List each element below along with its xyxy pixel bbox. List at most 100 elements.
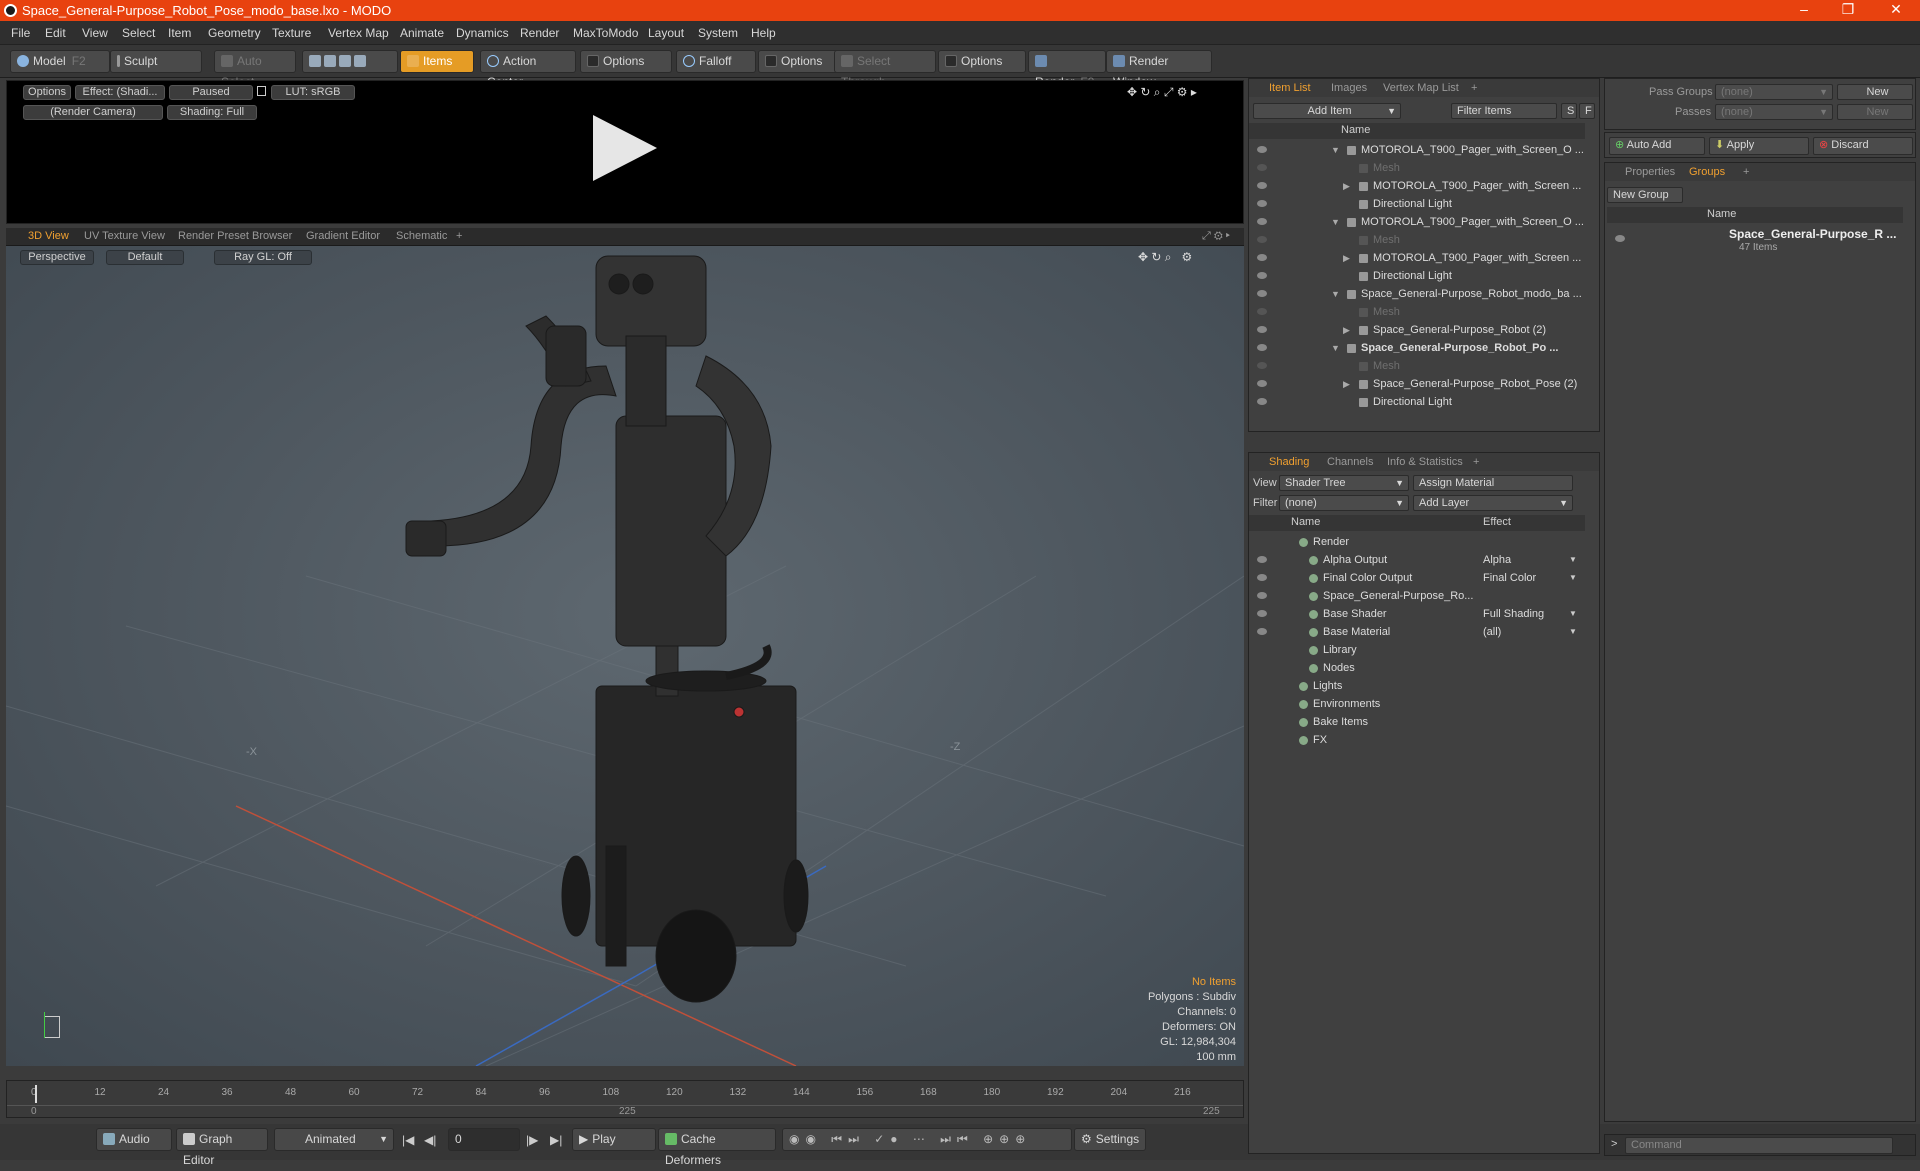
edges-mode-icon[interactable] bbox=[324, 55, 336, 67]
expand-arrow-icon[interactable]: ▼ bbox=[1331, 339, 1343, 357]
item-list-row[interactable]: Directional Light bbox=[1249, 393, 1583, 411]
eye-icon[interactable] bbox=[1257, 344, 1267, 351]
discard-button[interactable]: ⊗ Discard bbox=[1813, 137, 1913, 155]
eye-icon[interactable] bbox=[1257, 290, 1267, 297]
render-window-button[interactable]: Render Window bbox=[1106, 50, 1212, 89]
lock-icon[interactable] bbox=[257, 86, 266, 96]
maximize-button[interactable]: ❐ bbox=[1828, 1, 1868, 18]
eye-icon[interactable] bbox=[1257, 164, 1267, 171]
settings-button[interactable]: ⚙ Settings bbox=[1074, 1128, 1146, 1151]
animated-dropdown[interactable]: Animated ▼ bbox=[274, 1128, 394, 1151]
eye-icon[interactable] bbox=[1257, 308, 1267, 315]
action-center-button[interactable]: Action Center bbox=[480, 50, 576, 89]
layer-effect[interactable]: Final Color bbox=[1483, 569, 1536, 587]
viewport-nav-icons[interactable]: ✥ ↻ ⌕ ⚙ bbox=[1138, 250, 1192, 265]
materials-mode-icon[interactable] bbox=[354, 55, 366, 67]
vertices-mode-icon[interactable] bbox=[309, 55, 321, 67]
menu-file[interactable]: File bbox=[11, 26, 30, 40]
layer-effect[interactable]: Full Shading bbox=[1483, 605, 1544, 623]
first-key-icon[interactable]: |◀ bbox=[402, 1133, 414, 1147]
shader-tree-row[interactable]: Library bbox=[1249, 641, 1583, 659]
last-key-icon[interactable]: ▶| bbox=[550, 1133, 562, 1147]
f-button[interactable]: F bbox=[1579, 103, 1595, 119]
effect-dropdown-arrow-icon[interactable]: ▼ bbox=[1569, 605, 1577, 623]
item-list-row[interactable]: ▶ Space_General-Purpose_Robot_Pose (2) bbox=[1249, 375, 1583, 393]
cache-deformers-button[interactable]: Cache Deformers bbox=[658, 1128, 776, 1167]
shading-dropdown[interactable]: Shading: Full bbox=[167, 105, 257, 120]
lut-dropdown[interactable]: LUT: sRGB bbox=[271, 85, 355, 100]
menu-view[interactable]: View bbox=[82, 26, 108, 40]
tab-schematic[interactable]: Schematic bbox=[396, 230, 447, 242]
close-button[interactable]: ✕ bbox=[1876, 1, 1916, 18]
effect-dropdown-arrow-icon[interactable]: ▼ bbox=[1569, 551, 1577, 569]
item-list-row[interactable]: ▶ MOTOROLA_T900_Pager_with_Screen ... bbox=[1249, 177, 1583, 195]
view-dropdown[interactable]: Shader Tree ▼ bbox=[1279, 475, 1409, 491]
action-center-options-button[interactable]: Options bbox=[580, 50, 672, 73]
expand-arrow-icon[interactable]: ▶ bbox=[1343, 375, 1355, 393]
auto-add-button[interactable]: ⊕ Auto Add bbox=[1609, 137, 1705, 155]
menu-animate[interactable]: Animate bbox=[400, 26, 444, 40]
layer-effect[interactable]: (all) bbox=[1483, 623, 1501, 641]
preview-options-button[interactable]: Options bbox=[23, 85, 71, 100]
shader-tree-row[interactable]: Final Color Output Final Color ▼ bbox=[1249, 569, 1583, 587]
items-mode-button[interactable]: Items bbox=[400, 50, 474, 73]
eye-icon[interactable] bbox=[1257, 182, 1267, 189]
eye-icon[interactable] bbox=[1257, 200, 1267, 207]
item-list-row[interactable]: Mesh bbox=[1249, 357, 1583, 375]
tab-vertex-map-list[interactable]: Vertex Map List bbox=[1383, 82, 1459, 94]
falloff-button[interactable]: Falloff bbox=[676, 50, 756, 73]
item-list-row[interactable]: Mesh bbox=[1249, 159, 1583, 177]
render-button[interactable]: RenderF9 bbox=[1028, 50, 1106, 89]
new-pass-button[interactable]: New bbox=[1837, 104, 1913, 120]
expand-arrow-icon[interactable]: ▶ bbox=[1343, 249, 1355, 267]
tab-info-statistics[interactable]: Info & Statistics bbox=[1387, 456, 1463, 468]
shader-tree-row[interactable]: Base Material (all) ▼ bbox=[1249, 623, 1583, 641]
polygons-mode-icon[interactable] bbox=[339, 55, 351, 67]
item-list-row[interactable]: ▼ MOTOROLA_T900_Pager_with_Screen_O ... bbox=[1249, 213, 1584, 231]
model-button[interactable]: Model F2 bbox=[10, 50, 110, 73]
expand-arrow-icon[interactable]: ▼ bbox=[1331, 285, 1343, 303]
effect-dropdown-arrow-icon[interactable]: ▼ bbox=[1569, 569, 1577, 587]
key-tools-group[interactable]: ◉◉ ⏮⏭ ✓● ⋯ ⏭⏮ ⊕⊕⊕ bbox=[782, 1128, 1072, 1151]
select-through-options-button[interactable]: Options bbox=[938, 50, 1026, 73]
item-list-row[interactable]: Mesh bbox=[1249, 303, 1583, 321]
select-through-button[interactable]: Select Through bbox=[834, 50, 936, 89]
3d-viewport[interactable]: Perspective Default Ray GL: Off ✥ ↻ ⌕ ⚙ … bbox=[6, 246, 1244, 1066]
add-item-dropdown[interactable]: Add Item ▼ bbox=[1253, 103, 1401, 119]
menu-layout[interactable]: Layout bbox=[648, 26, 684, 40]
eye-icon[interactable] bbox=[1257, 254, 1267, 261]
eye-icon[interactable] bbox=[1257, 236, 1267, 243]
tab-channels[interactable]: Channels bbox=[1327, 456, 1373, 468]
menu-vertex-map[interactable]: Vertex Map bbox=[328, 26, 389, 40]
add-tab-button[interactable]: + bbox=[1471, 82, 1477, 94]
menu-edit[interactable]: Edit bbox=[45, 26, 66, 40]
item-list-row[interactable]: ▶ Space_General-Purpose_Robot (2) bbox=[1249, 321, 1583, 339]
eye-icon[interactable] bbox=[1257, 272, 1267, 279]
assign-material-input[interactable]: Assign Material bbox=[1413, 475, 1573, 491]
eye-icon[interactable] bbox=[1257, 380, 1267, 387]
play-icon[interactable] bbox=[593, 115, 657, 181]
menu-texture[interactable]: Texture bbox=[272, 26, 311, 40]
expand-arrow-icon[interactable]: ▶ bbox=[1343, 321, 1355, 339]
shader-tree-row[interactable]: Bake Items bbox=[1249, 713, 1583, 731]
add-tab-button[interactable]: + bbox=[1743, 166, 1749, 178]
shader-tree-row[interactable]: Space_General-Purpose_Ro... bbox=[1249, 587, 1583, 605]
render-camera-dropdown[interactable]: (Render Camera) bbox=[23, 105, 163, 120]
group-name[interactable]: Space_General-Purpose_R ... bbox=[1729, 227, 1896, 241]
eye-icon[interactable] bbox=[1257, 556, 1267, 563]
new-group-button[interactable]: New Group bbox=[1607, 187, 1683, 203]
item-list-row[interactable]: ▼ Space_General-Purpose_Robot_modo_ba ... bbox=[1249, 285, 1583, 303]
eye-icon[interactable] bbox=[1257, 326, 1267, 333]
layer-effect[interactable]: Alpha bbox=[1483, 551, 1511, 569]
item-list-row[interactable]: Directional Light bbox=[1249, 195, 1583, 213]
paused-button[interactable]: Paused bbox=[169, 85, 253, 100]
eye-icon[interactable] bbox=[1257, 610, 1267, 617]
filter-dropdown[interactable]: (none) ▼ bbox=[1279, 495, 1409, 511]
menu-help[interactable]: Help bbox=[751, 26, 776, 40]
expand-arrow-icon[interactable]: ▼ bbox=[1331, 141, 1343, 159]
item-list-row[interactable]: Mesh bbox=[1249, 231, 1583, 249]
eye-icon[interactable] bbox=[1257, 592, 1267, 599]
expand-arrow-icon[interactable]: ▼ bbox=[1331, 213, 1343, 231]
shader-tree-row[interactable]: Alpha Output Alpha ▼ bbox=[1249, 551, 1583, 569]
menu-select[interactable]: Select bbox=[122, 26, 155, 40]
